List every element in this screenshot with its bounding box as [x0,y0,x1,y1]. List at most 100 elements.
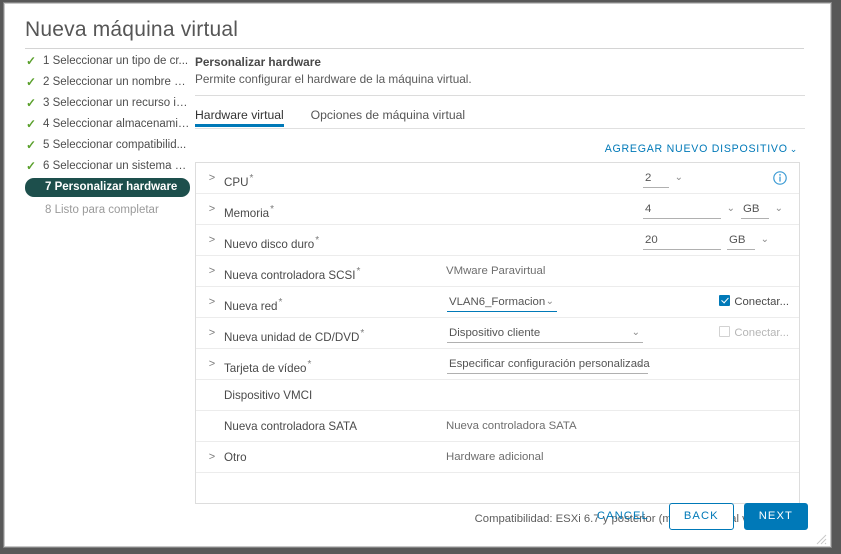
cpu-select[interactable]: 2 ⌄ [643,170,683,188]
sidebar-step-8[interactable]: 8 Listo para completar [25,201,190,219]
chevron-down-icon: ⌄ [636,358,645,369]
chevron-down-icon: ⌄ [760,234,769,245]
row-label-nueva-red: Nueva red* [224,297,283,313]
otro-value: Hardware adicional [446,451,544,463]
sidebar-step-label: 6 Seleccionar un sistema o... [43,160,190,172]
controladora-sata-value: Nueva controladora SATA [446,420,577,432]
required-asterisk: * [278,297,283,308]
cancel-button[interactable]: CANCEL [587,503,659,530]
resize-handle[interactable] [816,532,827,545]
sidebar-step-label: 4 Seleccionar almacenamie... [43,118,190,130]
disco-duro-unit-select[interactable]: GB ⌄ [727,232,769,250]
new-vm-wizard-dialog: Nueva máquina virtual ✓ 1 Seleccionar un… [4,3,831,547]
sidebar-step-label: 3 Seleccionar un recurso in... [43,97,190,109]
table-row-cd-dvd: > Nueva unidad de CD/DVD* Dispositivo cl… [196,318,799,349]
nueva-red-value: VLAN6_Formacion [449,296,546,308]
row-label-cpu: CPU* [224,173,254,189]
sidebar-step-1[interactable]: ✓ 1 Seleccionar un tipo de cr... [25,52,190,70]
row-label-nuevo-disco-duro: Nuevo disco duro* [224,235,320,251]
chevron-right-icon[interactable]: > [205,349,219,380]
memoria-unit-select[interactable]: GB ⌄ [741,201,783,219]
nueva-red-connect-label: Conectar... [734,296,789,308]
required-asterisk: * [270,204,275,215]
customize-hardware-pane: Personalizar hardware Permite configurar… [195,54,805,525]
disco-duro-input[interactable]: 20 [643,232,721,250]
sidebar-step-label: 5 Seleccionar compatibilid... [43,139,187,151]
tarjeta-video-select[interactable]: Especificar configuración personalizada … [447,356,650,374]
memoria-input[interactable]: 4 ⌄ [643,201,735,219]
sidebar-step-5[interactable]: ✓ 5 Seleccionar compatibilid... [25,136,190,154]
chevron-down-icon: ⌄ [545,296,554,307]
title-divider [25,48,804,49]
row-label-controladora-scsi: Nueva controladora SCSI* [224,266,361,282]
nueva-red-connect-checkbox[interactable]: Conectar... [719,287,789,318]
chevron-right-icon[interactable]: > [205,287,219,318]
chevron-right-icon[interactable]: > [205,194,219,225]
wizard-step-list: ✓ 1 Seleccionar un tipo de cr... ✓ 2 Sel… [25,52,190,222]
cd-dvd-connect-label: Conectar... [734,327,789,339]
table-row-dispositivo-vmci: Dispositivo VMCI [196,380,799,411]
check-icon: ✓ [26,54,37,68]
check-icon: ✓ [26,138,37,152]
virtual-hardware-table: > CPU* 2 ⌄ > Memoria* 4 ⌄ GB ⌄ > Nuevo d… [195,162,800,504]
dialog-footer: CANCEL BACK NEXT [587,502,808,530]
chevron-down-icon: ⌄ [789,144,798,154]
memoria-unit-value: GB [743,203,760,215]
table-row-controladora-scsi: > Nueva controladora SCSI* VMware Paravi… [196,256,799,287]
chevron-down-icon: ⌄ [774,203,783,214]
controladora-scsi-value: VMware Paravirtual [446,265,546,277]
row-label-memoria: Memoria* [224,204,275,220]
chevron-down-icon: ⌄ [631,327,640,338]
row-label-dispositivo-vmci: Dispositivo VMCI [224,389,313,402]
sidebar-step-7-current[interactable]: 7 Personalizar hardware [25,178,190,197]
sidebar-step-4[interactable]: ✓ 4 Seleccionar almacenamie... [25,115,190,133]
tab-opciones-maquina-virtual[interactable]: Opciones de máquina virtual [311,104,465,127]
checkbox-checked-icon [719,295,731,306]
check-icon: ✓ [26,75,37,89]
nueva-red-select[interactable]: VLAN6_Formacion ⌄ [447,294,557,312]
sidebar-step-label: 2 Seleccionar un nombre y ... [43,76,190,88]
table-row-nuevo-disco-duro: > Nuevo disco duro* 20 GB ⌄ [196,225,799,256]
table-row-memoria: > Memoria* 4 ⌄ GB ⌄ [196,194,799,225]
row-label-cd-dvd: Nueva unidad de CD/DVD* [224,328,365,344]
required-asterisk: * [249,173,254,184]
tab-bar: Hardware virtual Opciones de máquina vir… [195,104,805,129]
table-row-controladora-sata: Nueva controladora SATA Nueva controlado… [196,411,799,442]
disco-duro-unit-value: GB [729,234,746,246]
back-button[interactable]: BACK [668,502,734,530]
chevron-right-icon[interactable]: > [205,442,219,473]
table-row-otro: > Otro Hardware adicional [196,442,799,473]
row-label-tarjeta-video: Tarjeta de vídeo* [224,359,312,375]
sidebar-step-3[interactable]: ✓ 3 Seleccionar un recurso in... [25,94,190,112]
sidebar-step-6[interactable]: ✓ 6 Seleccionar un sistema o... [25,157,190,175]
add-new-device-label: AGREGAR NUEVO DISPOSITIVO [604,143,788,155]
pane-subtitle: Permite configurar el hardware de la máq… [195,72,472,86]
sidebar-step-label: 1 Seleccionar un tipo de cr... [43,55,189,67]
check-icon: ✓ [26,159,37,173]
row-label-otro: Otro [224,451,247,464]
pane-divider [195,95,805,96]
chevron-down-icon: ⌄ [674,172,683,183]
chevron-down-icon: ⌄ [726,203,735,214]
cd-dvd-connect-checkbox[interactable]: Conectar... [719,318,789,349]
add-new-device-button[interactable]: AGREGAR NUEVO DISPOSITIVO ⌄ [605,143,798,155]
table-row-nueva-red: > Nueva red* VLAN6_Formacion ⌄ Conectar.… [196,287,799,318]
info-circle-icon[interactable] [773,171,787,185]
cd-dvd-value: Dispositivo cliente [449,327,541,339]
sidebar-step-2[interactable]: ✓ 2 Seleccionar un nombre y ... [25,73,190,91]
chevron-right-icon[interactable]: > [205,163,219,194]
chevron-right-icon[interactable]: > [205,256,219,287]
table-row-cpu: > CPU* 2 ⌄ [196,163,799,194]
table-row-tarjeta-video: > Tarjeta de vídeo* Especificar configur… [196,349,799,380]
dialog-header: Nueva máquina virtual [25,17,804,49]
tab-hardware-virtual[interactable]: Hardware virtual [195,104,284,127]
cd-dvd-select[interactable]: Dispositivo cliente ⌄ [447,325,643,343]
chevron-right-icon[interactable]: > [205,318,219,349]
check-icon: ✓ [26,96,37,110]
checkbox-unchecked-icon [719,326,731,337]
memoria-value: 4 [645,203,652,215]
chevron-right-icon[interactable]: > [205,225,219,256]
row-label-controladora-sata: Nueva controladora SATA [224,420,357,433]
add-device-row: AGREGAR NUEVO DISPOSITIVO ⌄ [195,139,798,157]
next-button[interactable]: NEXT [743,502,808,530]
